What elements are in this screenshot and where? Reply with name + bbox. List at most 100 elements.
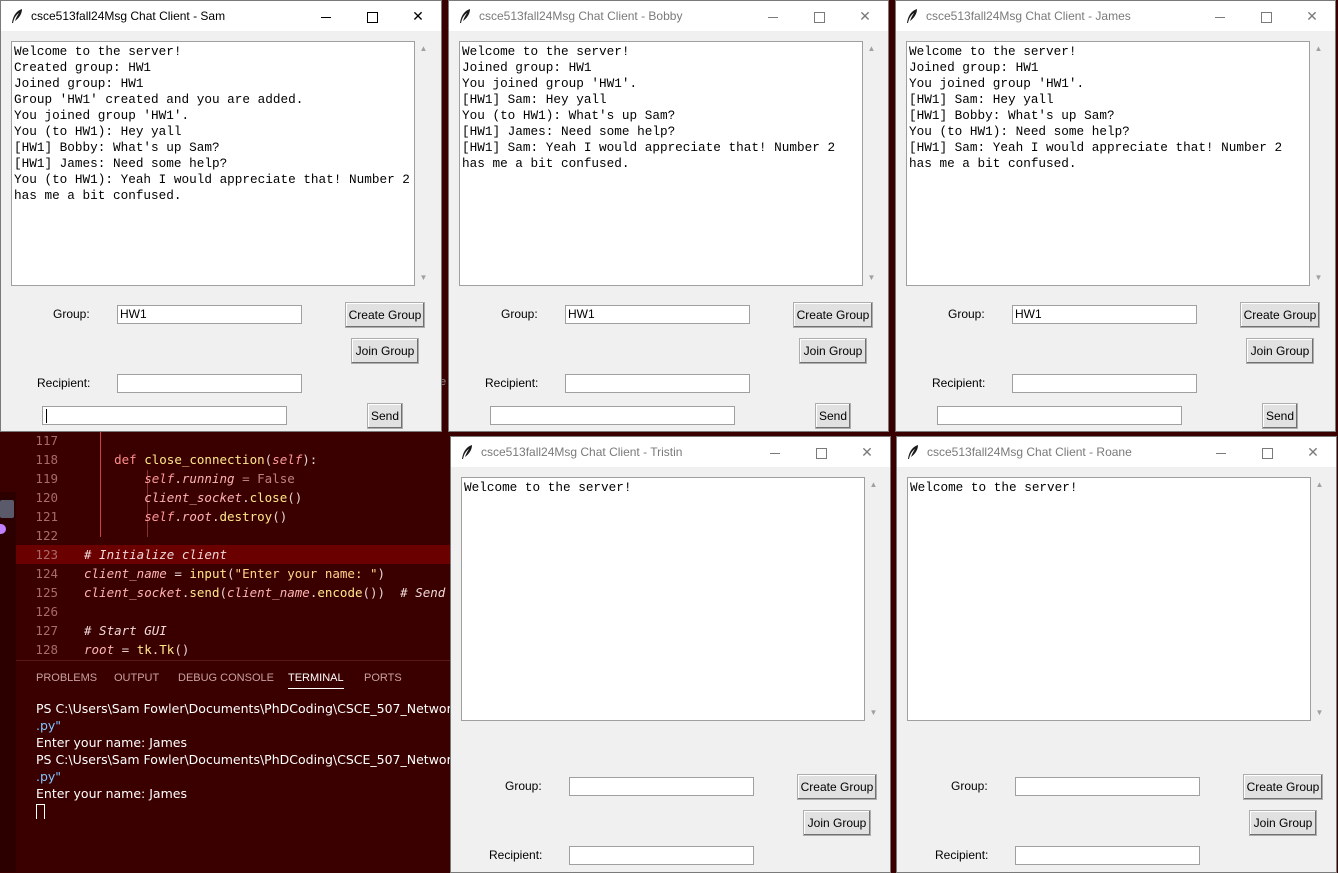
minimize-button[interactable] (1197, 1, 1243, 31)
join-group-button[interactable]: Join Group (803, 810, 871, 836)
chat-client-window-bobby[interactable]: csce513fall24Msg Chat Client - Bobby ✕ W… (448, 0, 889, 432)
code-text: self.root.destroy() (144, 509, 288, 524)
panel-tab-output[interactable]: OUTPUT (114, 672, 159, 684)
code-editor[interactable]: 117 118 def close_connection(self): 119 se… (16, 432, 450, 658)
chat-log[interactable]: Welcome to the server! (461, 477, 865, 721)
chat-log[interactable]: Welcome to the server! Created group: HW1… (11, 41, 415, 286)
create-group-button[interactable]: Create Group (793, 302, 873, 328)
panel-tab-terminal[interactable]: TERMINAL (288, 672, 344, 689)
minimize-button[interactable] (750, 1, 796, 31)
maximize-button[interactable] (349, 1, 395, 31)
minimize-button[interactable] (752, 437, 798, 467)
recipient-label: Recipient: (935, 848, 989, 862)
minimize-icon (768, 16, 778, 18)
send-button[interactable]: Send (1262, 403, 1298, 429)
window-title: csce513fall24Msg Chat Client - Sam (31, 9, 226, 23)
chat-scrollbar[interactable]: ▲ ▼ (415, 41, 432, 286)
chat-log[interactable]: Welcome to the server! Joined group: HW1 Y… (459, 41, 863, 286)
chat-message: You (to HW1): Hey yall (14, 124, 182, 139)
close-button[interactable]: ✕ (842, 1, 888, 31)
message-input[interactable] (42, 406, 287, 425)
extensions-icon[interactable] (0, 500, 14, 518)
code-line: 126 (16, 602, 450, 621)
group-input[interactable] (1015, 777, 1200, 796)
scroll-up-icon[interactable]: ▲ (863, 41, 880, 57)
title-bar[interactable]: csce513fall24Msg Chat Client - Sam ✕ (1, 1, 441, 31)
maximize-icon (815, 447, 827, 459)
line-number: 122 (35, 528, 58, 543)
panel-tabs: PROBLEMS OUTPUT DEBUG CONSOLE TERMINAL PORTS (16, 660, 450, 691)
group-label: Group: (951, 779, 988, 793)
chat-scrollbar[interactable]: ▲ ▼ (1310, 41, 1327, 286)
create-group-button[interactable]: Create Group (345, 302, 425, 328)
message-input[interactable] (490, 406, 735, 425)
chat-client-window-james[interactable]: csce513fall24Msg Chat Client - James ✕ W… (895, 0, 1336, 432)
chat-log[interactable]: Welcome to the server! Joined group: HW1 Y… (906, 41, 1310, 286)
create-group-button[interactable]: Create Group (1240, 302, 1320, 328)
line-number: 117 (35, 433, 58, 448)
scroll-up-icon[interactable]: ▲ (415, 41, 432, 57)
create-group-button[interactable]: Create Group (797, 774, 877, 800)
panel-tab-debug-console[interactable]: DEBUG CONSOLE (178, 672, 274, 684)
maximize-button[interactable] (1244, 437, 1290, 467)
send-button[interactable]: Send (815, 403, 851, 429)
close-button[interactable]: ✕ (844, 437, 890, 467)
group-input[interactable]: HW1 (1012, 305, 1197, 324)
recipient-input[interactable] (1012, 374, 1197, 393)
join-group-button[interactable]: Join Group (1249, 810, 1317, 836)
join-group-button[interactable]: Join Group (1246, 338, 1314, 364)
minimize-button[interactable] (1198, 437, 1244, 467)
join-group-button[interactable]: Join Group (351, 338, 419, 364)
recipient-input[interactable] (565, 374, 750, 393)
recipient-input[interactable] (569, 846, 754, 865)
close-button[interactable]: ✕ (1289, 1, 1335, 31)
panel-tab-ports[interactable]: PORTS (364, 672, 402, 684)
close-icon: ✕ (412, 8, 424, 24)
recipient-label: Recipient: (489, 848, 543, 862)
chat-scrollbar[interactable]: ▲ ▼ (1311, 477, 1328, 721)
terminal-cursor-line (36, 802, 450, 819)
panel-tab-problems[interactable]: PROBLEMS (36, 672, 97, 684)
code-text: def close_connection(self): (114, 452, 318, 467)
chat-log[interactable]: Welcome to the server! (907, 477, 1311, 721)
group-input[interactable]: HW1 (565, 305, 750, 324)
scroll-down-icon[interactable]: ▼ (863, 270, 880, 286)
minimize-button[interactable] (303, 1, 349, 31)
scroll-up-icon[interactable]: ▲ (1311, 477, 1328, 493)
title-bar[interactable]: csce513fall24Msg Chat Client - Tristin ✕ (451, 437, 890, 467)
maximize-icon (366, 11, 378, 23)
terminal-output[interactable]: PS C:\Users\Sam Fowler\Documents\PhDCodi… (36, 700, 450, 819)
scroll-up-icon[interactable]: ▲ (1310, 41, 1327, 57)
line-number: 123 (35, 547, 58, 562)
message-input[interactable] (937, 406, 1182, 425)
close-button[interactable]: ✕ (395, 1, 441, 31)
maximize-button[interactable] (1243, 1, 1289, 31)
terminal-line: .py" (36, 718, 62, 733)
group-input[interactable] (569, 777, 754, 796)
chat-scrollbar[interactable]: ▲ ▼ (863, 41, 880, 286)
scroll-up-icon[interactable]: ▲ (865, 477, 882, 493)
chat-client-window-roane[interactable]: csce513fall24Msg Chat Client - Roane ✕ W… (896, 436, 1337, 873)
title-bar[interactable]: csce513fall24Msg Chat Client - Bobby ✕ (449, 1, 888, 31)
group-input[interactable]: HW1 (117, 305, 302, 324)
maximize-button[interactable] (796, 1, 842, 31)
chat-client-window-tristin[interactable]: csce513fall24Msg Chat Client - Tristin ✕… (450, 436, 891, 873)
scroll-down-icon[interactable]: ▼ (1311, 705, 1328, 721)
scroll-down-icon[interactable]: ▼ (415, 270, 432, 286)
create-group-button[interactable]: Create Group (1243, 774, 1323, 800)
chat-scrollbar[interactable]: ▲ ▼ (865, 477, 882, 721)
recipient-input[interactable] (1015, 846, 1200, 865)
terminal-line: Enter your name: James (36, 786, 187, 801)
maximize-button[interactable] (798, 437, 844, 467)
window-title: csce513fall24Msg Chat Client - Roane (927, 445, 1132, 459)
join-group-button[interactable]: Join Group (799, 338, 867, 364)
chat-client-window-sam[interactable]: csce513fall24Msg Chat Client - Sam ✕ Wel… (0, 0, 442, 432)
scroll-down-icon[interactable]: ▼ (865, 705, 882, 721)
recipient-input[interactable] (117, 374, 302, 393)
close-button[interactable]: ✕ (1290, 437, 1336, 467)
group-label: Group: (505, 779, 542, 793)
send-button[interactable]: Send (367, 403, 403, 429)
title-bar[interactable]: csce513fall24Msg Chat Client - James ✕ (896, 1, 1335, 31)
title-bar[interactable]: csce513fall24Msg Chat Client - Roane ✕ (897, 437, 1336, 467)
scroll-down-icon[interactable]: ▼ (1310, 270, 1327, 286)
